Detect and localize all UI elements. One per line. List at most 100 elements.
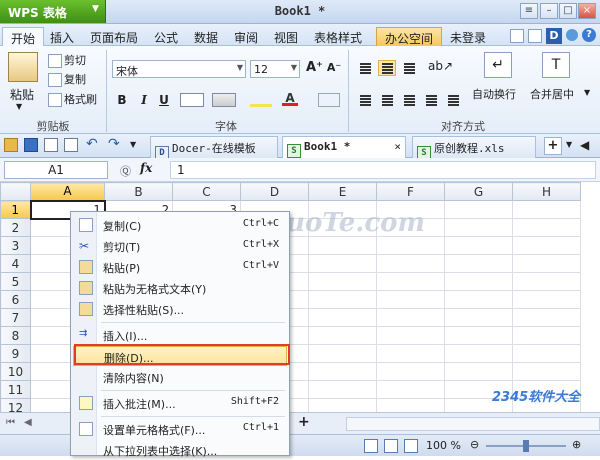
zoom-in-icon[interactable]: ⊕: [572, 438, 581, 451]
wps-app-menu-button[interactable]: WPS 表格 ▼: [0, 0, 106, 23]
docer-icon[interactable]: D: [546, 28, 562, 44]
zoom-out-icon[interactable]: ⊖: [470, 438, 479, 451]
align-bottom-icon[interactable]: [400, 60, 418, 76]
tab-table-style[interactable]: 表格样式: [306, 27, 370, 46]
tab-view[interactable]: 视图: [266, 27, 306, 46]
cell[interactable]: [308, 344, 377, 363]
wrap-text-icon[interactable]: ↵: [484, 52, 512, 78]
text-direction-icon[interactable]: ab↗: [428, 59, 453, 77]
font-color-icon[interactable]: A: [282, 90, 298, 106]
settings-icon[interactable]: [566, 29, 578, 41]
cell[interactable]: [444, 362, 513, 381]
menu-item-insert[interactable]: ⇉ 插入(I)...: [73, 325, 287, 345]
cell[interactable]: [376, 290, 445, 309]
doc-tab-docer[interactable]: D Docer-在线模板: [150, 136, 278, 160]
merge-style-icon[interactable]: [212, 93, 236, 107]
maximize-button[interactable]: □: [559, 3, 577, 19]
bold-button[interactable]: B: [114, 92, 130, 108]
italic-button[interactable]: I: [136, 92, 152, 108]
cell[interactable]: [376, 398, 445, 412]
align-center-icon[interactable]: [378, 92, 396, 108]
column-header-g[interactable]: G: [444, 182, 513, 201]
cell[interactable]: [512, 290, 581, 309]
menu-item-insert-comment[interactable]: 插入批注(M)... Shift+F2: [73, 393, 287, 413]
cell[interactable]: [444, 236, 513, 255]
row-header[interactable]: 10: [0, 362, 31, 381]
row-header[interactable]: 7: [0, 308, 31, 327]
cell[interactable]: [308, 380, 377, 399]
cell[interactable]: [376, 362, 445, 381]
clear-format-icon[interactable]: [318, 93, 340, 107]
align-right-icon[interactable]: [400, 92, 418, 108]
tab-formula[interactable]: 公式: [146, 27, 186, 46]
fx-icon[interactable]: fx: [140, 161, 152, 175]
print-icon[interactable]: [44, 138, 58, 152]
cell[interactable]: [512, 308, 581, 327]
underline-button[interactable]: U: [156, 92, 172, 108]
cell[interactable]: [376, 236, 445, 255]
cell[interactable]: [308, 326, 377, 345]
chevron-down-icon[interactable]: ▼: [584, 88, 590, 97]
font-size-select[interactable]: 12 ▼: [250, 60, 300, 78]
row-header[interactable]: 8: [0, 326, 31, 345]
wrap-text-button[interactable]: 自动换行: [472, 86, 516, 102]
column-header-b[interactable]: B: [104, 182, 173, 201]
cell[interactable]: [512, 272, 581, 291]
cell[interactable]: [376, 326, 445, 345]
cell[interactable]: [376, 380, 445, 399]
undo-icon[interactable]: ↶: [86, 136, 98, 152]
help-icon[interactable]: ≡: [520, 3, 538, 19]
skin-icon[interactable]: [528, 29, 542, 43]
cell[interactable]: [376, 272, 445, 291]
menu-item-pick-from-list[interactable]: 从下拉列表中选择(K)...: [73, 440, 287, 460]
row-header[interactable]: 6: [0, 290, 31, 309]
save-icon[interactable]: [24, 138, 38, 152]
cell[interactable]: [308, 290, 377, 309]
page-break-view-icon[interactable]: [404, 439, 418, 453]
cell[interactable]: [308, 272, 377, 291]
doc-tab-book1[interactable]: S Book1 * ×: [282, 136, 406, 158]
chevron-down-icon[interactable]: ▼: [16, 102, 22, 111]
align-middle-icon[interactable]: [378, 60, 396, 76]
scroll-left-icon[interactable]: ◀: [580, 138, 589, 152]
new-tab-button[interactable]: +: [544, 137, 562, 155]
cell[interactable]: [512, 254, 581, 273]
row-header[interactable]: 2: [0, 218, 31, 237]
cut-button[interactable]: 剪切: [48, 52, 86, 68]
close-icon[interactable]: ×: [394, 140, 401, 153]
menu-item-copy[interactable]: 复制(C) Ctrl+C: [73, 215, 287, 235]
cell[interactable]: [308, 308, 377, 327]
row-header[interactable]: 3: [0, 236, 31, 255]
align-left-icon[interactable]: [356, 92, 374, 108]
menu-item-format-cells[interactable]: 设置单元格格式(F)... Ctrl+1: [73, 419, 287, 439]
select-all-corner[interactable]: [0, 182, 31, 201]
cell[interactable]: [444, 200, 513, 219]
column-header-e[interactable]: E: [308, 182, 377, 201]
tab-page-layout[interactable]: 页面布局: [82, 27, 146, 46]
paste-icon[interactable]: [8, 52, 38, 82]
sheet-nav-first-icon[interactable]: ⏮: [6, 417, 15, 428]
align-distributed-icon[interactable]: [444, 92, 462, 108]
border-icon[interactable]: [180, 93, 204, 107]
normal-view-icon[interactable]: [364, 439, 378, 453]
format-painter-button[interactable]: 格式刷: [48, 91, 97, 107]
help-button[interactable]: ?: [582, 28, 596, 42]
menu-item-clear-contents[interactable]: 清除内容(N): [73, 367, 287, 387]
cell[interactable]: [444, 218, 513, 237]
row-header[interactable]: 9: [0, 344, 31, 363]
print-preview-icon[interactable]: [64, 138, 78, 152]
tab-office-space[interactable]: 办公空间: [376, 27, 443, 46]
doc-tab-tutorial[interactable]: S 原创教程.xls: [412, 136, 536, 160]
login-status[interactable]: 未登录: [442, 27, 494, 46]
cell[interactable]: [512, 362, 581, 381]
row-header[interactable]: 5: [0, 272, 31, 291]
zoom-slider-thumb[interactable]: [523, 440, 529, 452]
row-header[interactable]: 4: [0, 254, 31, 273]
fill-color-icon[interactable]: [250, 93, 272, 107]
cell[interactable]: [308, 254, 377, 273]
cell[interactable]: [376, 308, 445, 327]
cell[interactable]: [308, 398, 377, 412]
cell[interactable]: [308, 236, 377, 255]
page-layout-view-icon[interactable]: [384, 439, 398, 453]
column-header-c[interactable]: C: [172, 182, 241, 201]
